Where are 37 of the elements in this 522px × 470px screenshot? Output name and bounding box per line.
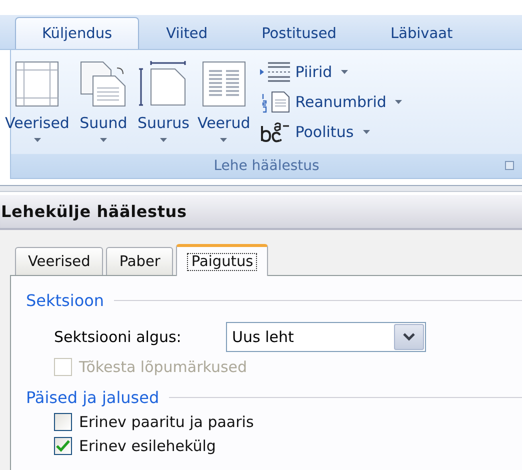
- checkbox[interactable]: [54, 413, 72, 431]
- ribbon-tab[interactable]: Küljendus: [15, 17, 140, 49]
- caret-icon: [34, 138, 41, 142]
- page-margins-icon: [14, 61, 60, 107]
- dialog-title: Lehekülje häälestus: [1, 202, 187, 221]
- ribbon-button[interactable]: Suurus: [133, 60, 194, 154]
- ribbon-button[interactable]: Veerised: [1, 60, 74, 154]
- page-break-icon: [260, 61, 292, 83]
- group-label: Lehe häälestus: [214, 158, 320, 174]
- caret-icon: [341, 70, 348, 74]
- ribbon-button[interactable]: Veerud: [193, 60, 254, 154]
- section-start-dropdown[interactable]: Uus leht: [226, 322, 426, 352]
- page-size-icon: [139, 61, 188, 107]
- caret-icon: [220, 138, 228, 142]
- line-numbers-icon: [260, 91, 292, 113]
- checkbox-label: Erinev esilehekülg: [79, 437, 216, 455]
- dialog-tab[interactable]: Paber: [106, 247, 174, 275]
- ribbon-button[interactable]: Poolitus: [260, 121, 402, 143]
- caret-icon: [395, 100, 402, 104]
- ribbon-tab[interactable]: Läbivaat: [363, 17, 480, 49]
- caret-icon: [362, 130, 370, 134]
- checkbox-label: Erinev paaritu ja paaris: [79, 413, 254, 431]
- caret-icon: [100, 138, 107, 142]
- section-heading: Sektsioon: [26, 291, 104, 310]
- checkbox[interactable]: [54, 437, 72, 455]
- dialog-tab[interactable]: Veerised: [15, 247, 104, 275]
- ribbon-tab[interactable]: Viited: [139, 17, 235, 49]
- ribbon-button[interactable]: Suund: [73, 60, 134, 154]
- caret-icon: [160, 138, 167, 142]
- field-label: Sektsiooni algus:: [54, 328, 182, 346]
- ribbon-button[interactable]: Reanumbrid: [260, 91, 402, 113]
- dialog-tab[interactable]: Paigutus: [176, 244, 268, 276]
- columns-icon: [202, 61, 246, 107]
- ribbon-button[interactable]: Piirid: [260, 61, 402, 83]
- section-heading: Päised ja jalused: [26, 388, 160, 407]
- checkbox-label: Tõkesta lõpumärkused: [79, 358, 248, 376]
- ribbon-tab[interactable]: Postitused: [234, 17, 364, 49]
